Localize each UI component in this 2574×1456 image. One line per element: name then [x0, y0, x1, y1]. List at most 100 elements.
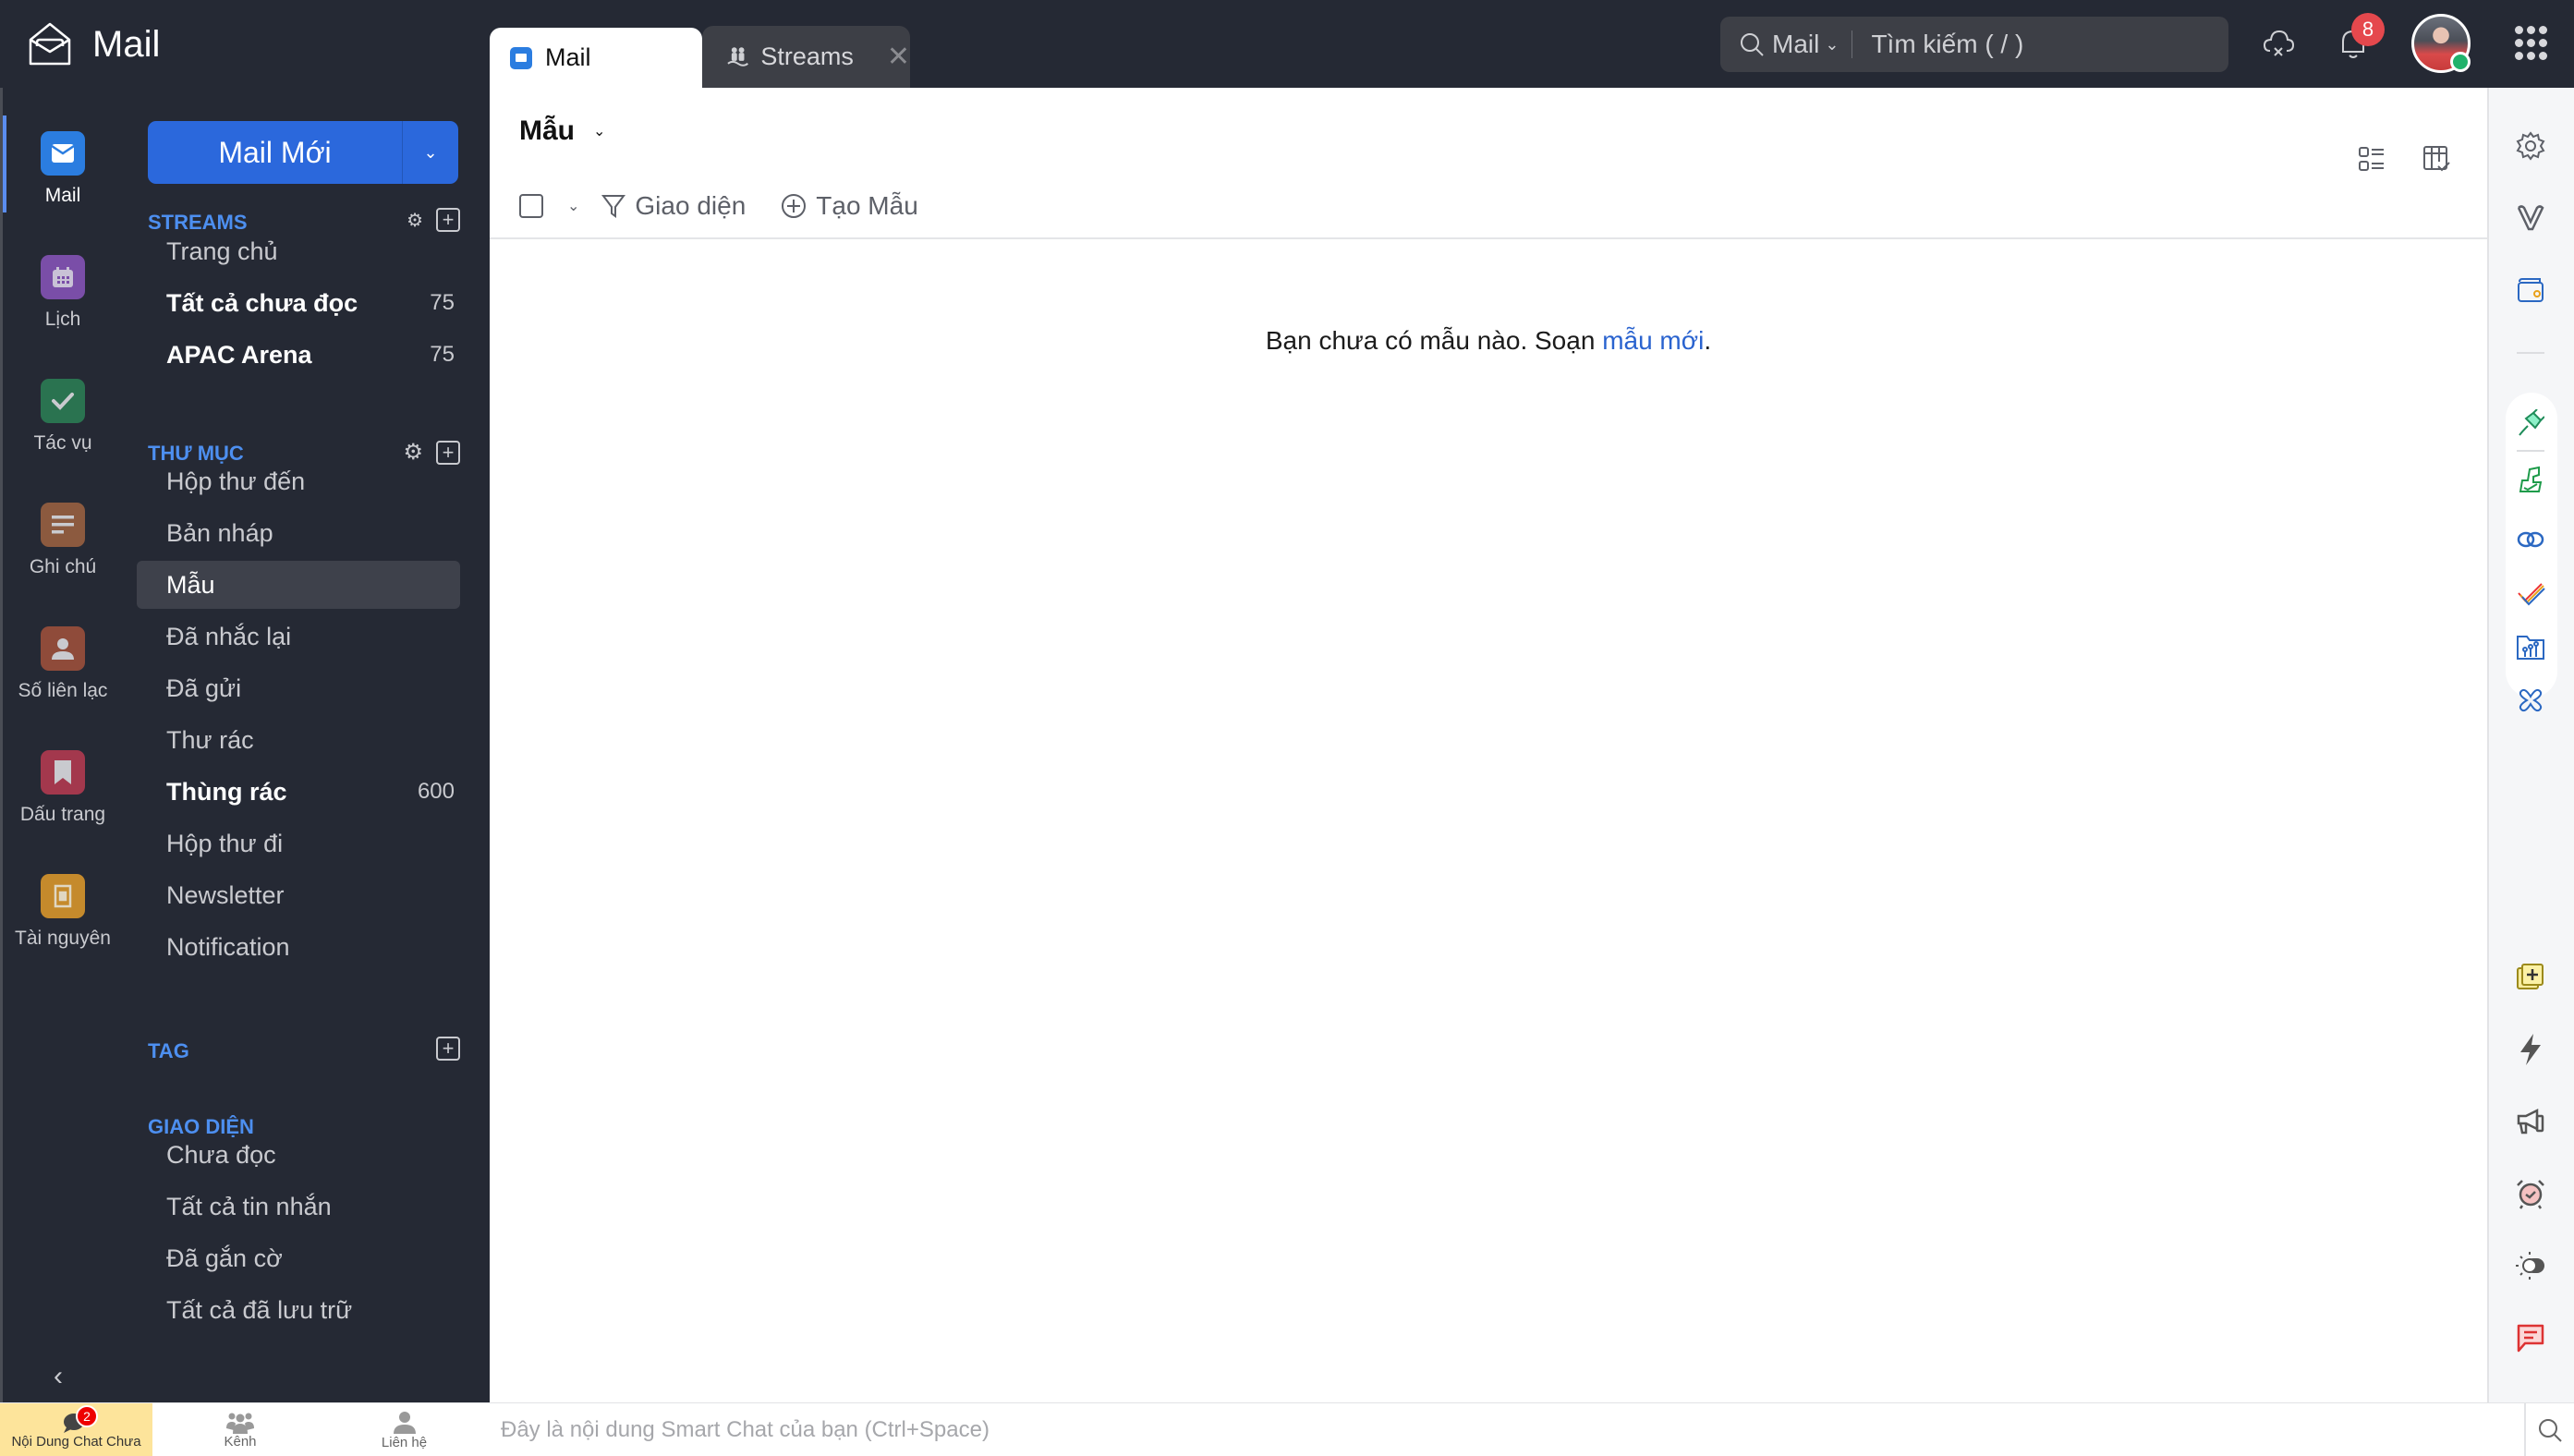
search-input[interactable]: Tìm kiếm ( / ): [1871, 30, 2023, 59]
create-template-button[interactable]: Tạo Mẫu: [781, 191, 918, 221]
alarm-icon[interactable]: [2509, 1172, 2552, 1215]
tags-heading[interactable]: TAG: [148, 1039, 189, 1063]
rail-label: Tác vụ: [33, 432, 92, 454]
rail-item-calendar[interactable]: Lịch: [3, 255, 123, 331]
folder-label: Newsletter: [166, 880, 285, 909]
folder-spam[interactable]: Thư rác: [137, 716, 460, 764]
folder-outbox[interactable]: Hộp thư đi: [137, 819, 460, 868]
contact-icon: [393, 1411, 416, 1434]
tags-tools: +: [436, 1037, 460, 1061]
cloud-sync-icon[interactable]: [2255, 20, 2301, 67]
view-unread[interactable]: Chưa đọc: [137, 1131, 460, 1179]
stream-item-home[interactable]: Trang chủ: [137, 227, 460, 275]
collapse-sidebar-button[interactable]: ‹: [54, 1361, 63, 1392]
comment-icon[interactable]: [2509, 1316, 2552, 1359]
filter-view-button[interactable]: Giao diện: [601, 191, 746, 221]
rail-item-contacts[interactable]: Số liên lạc: [3, 626, 123, 702]
tab-streams[interactable]: Streams ✕: [702, 26, 910, 88]
theme-toggle-icon[interactable]: [2509, 1244, 2552, 1287]
filter-label: Giao diện: [635, 191, 747, 220]
lightning-icon[interactable]: [2509, 1028, 2552, 1071]
folder-label: Đã gửi: [166, 673, 242, 702]
open-envelope-icon: [29, 22, 71, 66]
main-content: Mẫu ⌄ ⌄ Giao diện Tạo Mẫu Bạn chưa có mẫ…: [490, 88, 2487, 1402]
new-mail-button[interactable]: Mail Mới: [148, 121, 403, 184]
view-toggle-group: [2358, 145, 2450, 173]
workdrive-icon[interactable]: [2509, 625, 2552, 668]
select-options-dropdown[interactable]: ⌄: [567, 197, 579, 215]
bottom-tab-label: Kênh: [224, 1433, 257, 1450]
search-icon: [2539, 1419, 2562, 1442]
folder-inbox[interactable]: Hộp thư đến: [137, 457, 460, 505]
bottom-tab-unread-chats[interactable]: 2 Nội Dung Chat Chưa: [0, 1403, 152, 1456]
folder-notification[interactable]: Notification: [137, 923, 460, 971]
folder-sent[interactable]: Đã gửi: [137, 664, 460, 712]
filter-icon: [601, 195, 626, 218]
mail-icon: [41, 131, 85, 176]
folder-count: 600: [417, 779, 455, 804]
attachment-icon[interactable]: [2509, 197, 2552, 239]
rail-item-notes[interactable]: Ghi chú: [3, 503, 123, 578]
folder-label: Tất cả chưa đọc: [166, 288, 358, 317]
folder-snoozed[interactable]: Đã nhắc lại: [137, 613, 460, 661]
list-toolbar: ⌄ Giao diện Tạo Mẫu: [519, 191, 953, 221]
settings-icon[interactable]: [2509, 125, 2552, 167]
chevron-down-icon[interactable]: ⌄: [593, 122, 605, 140]
plug-icon[interactable]: [2509, 402, 2552, 444]
view-all-messages[interactable]: Tất cả tin nhắn: [137, 1183, 460, 1231]
notes-icon: [41, 503, 85, 547]
checklist-icon[interactable]: [2509, 572, 2552, 614]
select-all-checkbox[interactable]: [519, 194, 543, 218]
smart-chat-input[interactable]: [485, 1403, 2522, 1456]
column-settings-icon[interactable]: [2422, 145, 2450, 173]
mail-icon: [510, 46, 532, 69]
rail-item-tasks[interactable]: Tác vụ: [3, 379, 123, 455]
wallet-icon[interactable]: [2509, 269, 2552, 311]
close-icon[interactable]: ✕: [887, 41, 910, 73]
view-flagged[interactable]: Đã gắn cờ: [137, 1234, 460, 1282]
new-mail-button-group: Mail Mới ⌄: [148, 121, 458, 184]
create-template-label: Tạo Mẫu: [816, 191, 918, 220]
rail-item-resources[interactable]: Tài nguyên: [3, 874, 123, 950]
folder-newsletter[interactable]: Newsletter: [137, 871, 460, 919]
bottom-tab-channels[interactable]: Kênh: [152, 1403, 328, 1456]
folder-count: 75: [430, 342, 455, 367]
megaphone-icon[interactable]: [2509, 1100, 2552, 1143]
folder-label: Tất cả tin nhắn: [166, 1192, 332, 1220]
search-bar[interactable]: Mail ⌄ Tìm kiếm ( / ): [1720, 17, 2228, 72]
link-icon[interactable]: [2509, 518, 2552, 561]
folder-panel: Mail Mới ⌄ STREAMS ⚙ + Trang chủ Tất cả …: [129, 88, 490, 1402]
add-tag-button[interactable]: +: [436, 1037, 460, 1061]
unread-chat-badge: 2: [76, 1405, 98, 1427]
search-icon: [1741, 33, 1764, 56]
rail-item-mail[interactable]: Mail: [3, 131, 123, 207]
view-all-archived[interactable]: Tất cả đã lưu trữ: [137, 1286, 460, 1334]
apps-grid-icon[interactable]: [2515, 26, 2547, 60]
folder-label: Hộp thư đi: [166, 829, 284, 857]
empty-state-text: Bạn chưa có mẫu nào. Soạn: [1265, 326, 1603, 355]
stream-item-all-unread[interactable]: Tất cả chưa đọc 75: [137, 279, 460, 327]
check-icon: [41, 379, 85, 423]
stream-item-apac-arena[interactable]: APAC Arena 75: [137, 331, 460, 379]
folder-drafts[interactable]: Bản nháp: [137, 509, 460, 557]
folder-trash[interactable]: Thùng rác 600: [137, 768, 460, 816]
rail-item-bookmarks[interactable]: Dấu trang: [3, 750, 123, 826]
channels-icon: [226, 1413, 254, 1434]
search-scope[interactable]: Mail: [1772, 30, 1819, 59]
sign-icon[interactable]: [2509, 459, 2552, 502]
bottom-tab-contacts[interactable]: Liên hệ: [328, 1403, 480, 1456]
flower-icon[interactable]: [2509, 679, 2552, 722]
new-note-icon[interactable]: [2509, 956, 2552, 999]
new-mail-dropdown[interactable]: ⌄: [403, 121, 458, 184]
tab-mail[interactable]: Mail: [490, 28, 702, 88]
tab-label: Streams: [760, 42, 854, 70]
empty-state-suffix: .: [1704, 326, 1712, 355]
app-brand[interactable]: Mail: [28, 18, 160, 70]
plus-circle-icon: [782, 194, 807, 218]
list-view-icon[interactable]: [2358, 145, 2386, 173]
chevron-down-icon[interactable]: ⌄: [1825, 35, 1839, 55]
compose-new-template-link[interactable]: mẫu mới: [1602, 326, 1704, 355]
page-title[interactable]: Mẫu ⌄: [519, 115, 605, 147]
folder-templates[interactable]: Mẫu: [137, 561, 460, 609]
chat-search-button[interactable]: [2524, 1403, 2574, 1456]
